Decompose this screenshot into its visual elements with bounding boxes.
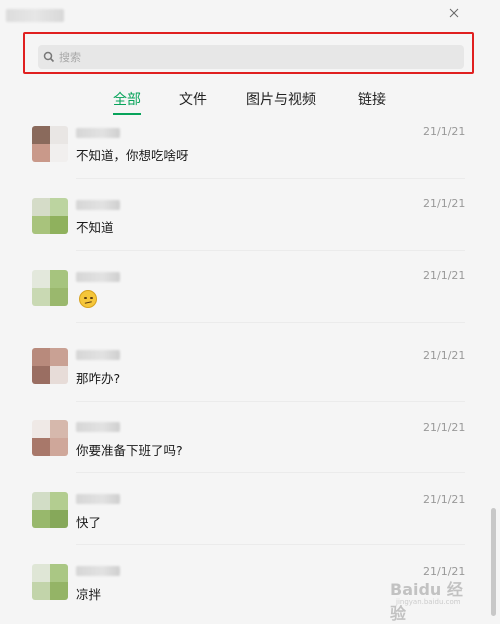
search-input[interactable] [59, 50, 439, 64]
message-text: 你要准备下班了吗? [76, 443, 183, 458]
tab-images-videos-label: 图片与视频 [246, 92, 316, 108]
message-text: 凉拌 [76, 587, 102, 602]
divider [76, 250, 465, 251]
sender-name-blurred [76, 566, 120, 576]
avatar [32, 492, 68, 528]
tab-active-underline [113, 113, 141, 115]
divider [76, 544, 465, 545]
watermark-sub: jingyan.baidu.com [396, 598, 461, 606]
avatar [32, 564, 68, 600]
scrollbar-thumb[interactable] [491, 508, 496, 616]
tab-all-label: 全部 [113, 92, 141, 108]
message-date: 21/1/21 [423, 493, 466, 506]
avatar [32, 126, 68, 162]
message-date: 21/1/21 [423, 125, 466, 138]
divider [76, 178, 465, 179]
message-list: 21/1/21 不知道，你想吃啥呀 21/1/21 不知道 21/1/21 21… [0, 118, 490, 618]
avatar [32, 348, 68, 384]
sender-name-blurred [76, 128, 120, 138]
tab-bar: 全部 文件 图片与视频 链接 [0, 88, 500, 118]
divider [76, 401, 465, 402]
sender-name-blurred [76, 494, 120, 504]
tab-files[interactable]: 文件 [179, 88, 207, 112]
avatar [32, 270, 68, 306]
sender-name-blurred [76, 422, 120, 432]
window-title-blurred [6, 9, 64, 22]
list-item[interactable]: 21/1/21 不知道 [0, 190, 490, 262]
message-date: 21/1/21 [423, 349, 466, 362]
woozy-face-emoji [79, 290, 97, 308]
list-item[interactable]: 21/1/21 快了 [0, 478, 490, 550]
divider [76, 322, 465, 323]
list-item[interactable]: 21/1/21 不知道，你想吃啥呀 [0, 118, 490, 190]
message-date: 21/1/21 [423, 421, 466, 434]
list-item[interactable]: 21/1/21 [0, 262, 490, 334]
list-item[interactable]: 21/1/21 你要准备下班了吗? [0, 406, 490, 478]
tab-images-videos[interactable]: 图片与视频 [246, 88, 316, 112]
message-date: 21/1/21 [423, 269, 466, 282]
close-icon [449, 8, 459, 18]
message-text: 不知道 [76, 220, 114, 235]
tab-links[interactable]: 链接 [358, 88, 386, 112]
avatar [32, 198, 68, 234]
close-button[interactable] [444, 4, 464, 22]
tab-all[interactable]: 全部 [113, 88, 141, 115]
search-box[interactable] [38, 45, 464, 69]
tab-files-label: 文件 [179, 92, 207, 108]
search-icon [43, 51, 55, 63]
avatar [32, 420, 68, 456]
divider [76, 472, 465, 473]
sender-name-blurred [76, 350, 120, 360]
message-text: 那咋办? [76, 371, 121, 386]
message-text: 快了 [76, 515, 102, 530]
tab-links-label: 链接 [358, 92, 386, 108]
list-item[interactable]: 21/1/21 那咋办? [0, 334, 490, 406]
sender-name-blurred [76, 200, 120, 210]
watermark: Baidu 经验 jingyan.baidu.com [384, 572, 474, 623]
sender-name-blurred [76, 272, 120, 282]
message-text: 不知道，你想吃啥呀 [76, 148, 189, 163]
title-bar [0, 0, 500, 28]
message-date: 21/1/21 [423, 197, 466, 210]
